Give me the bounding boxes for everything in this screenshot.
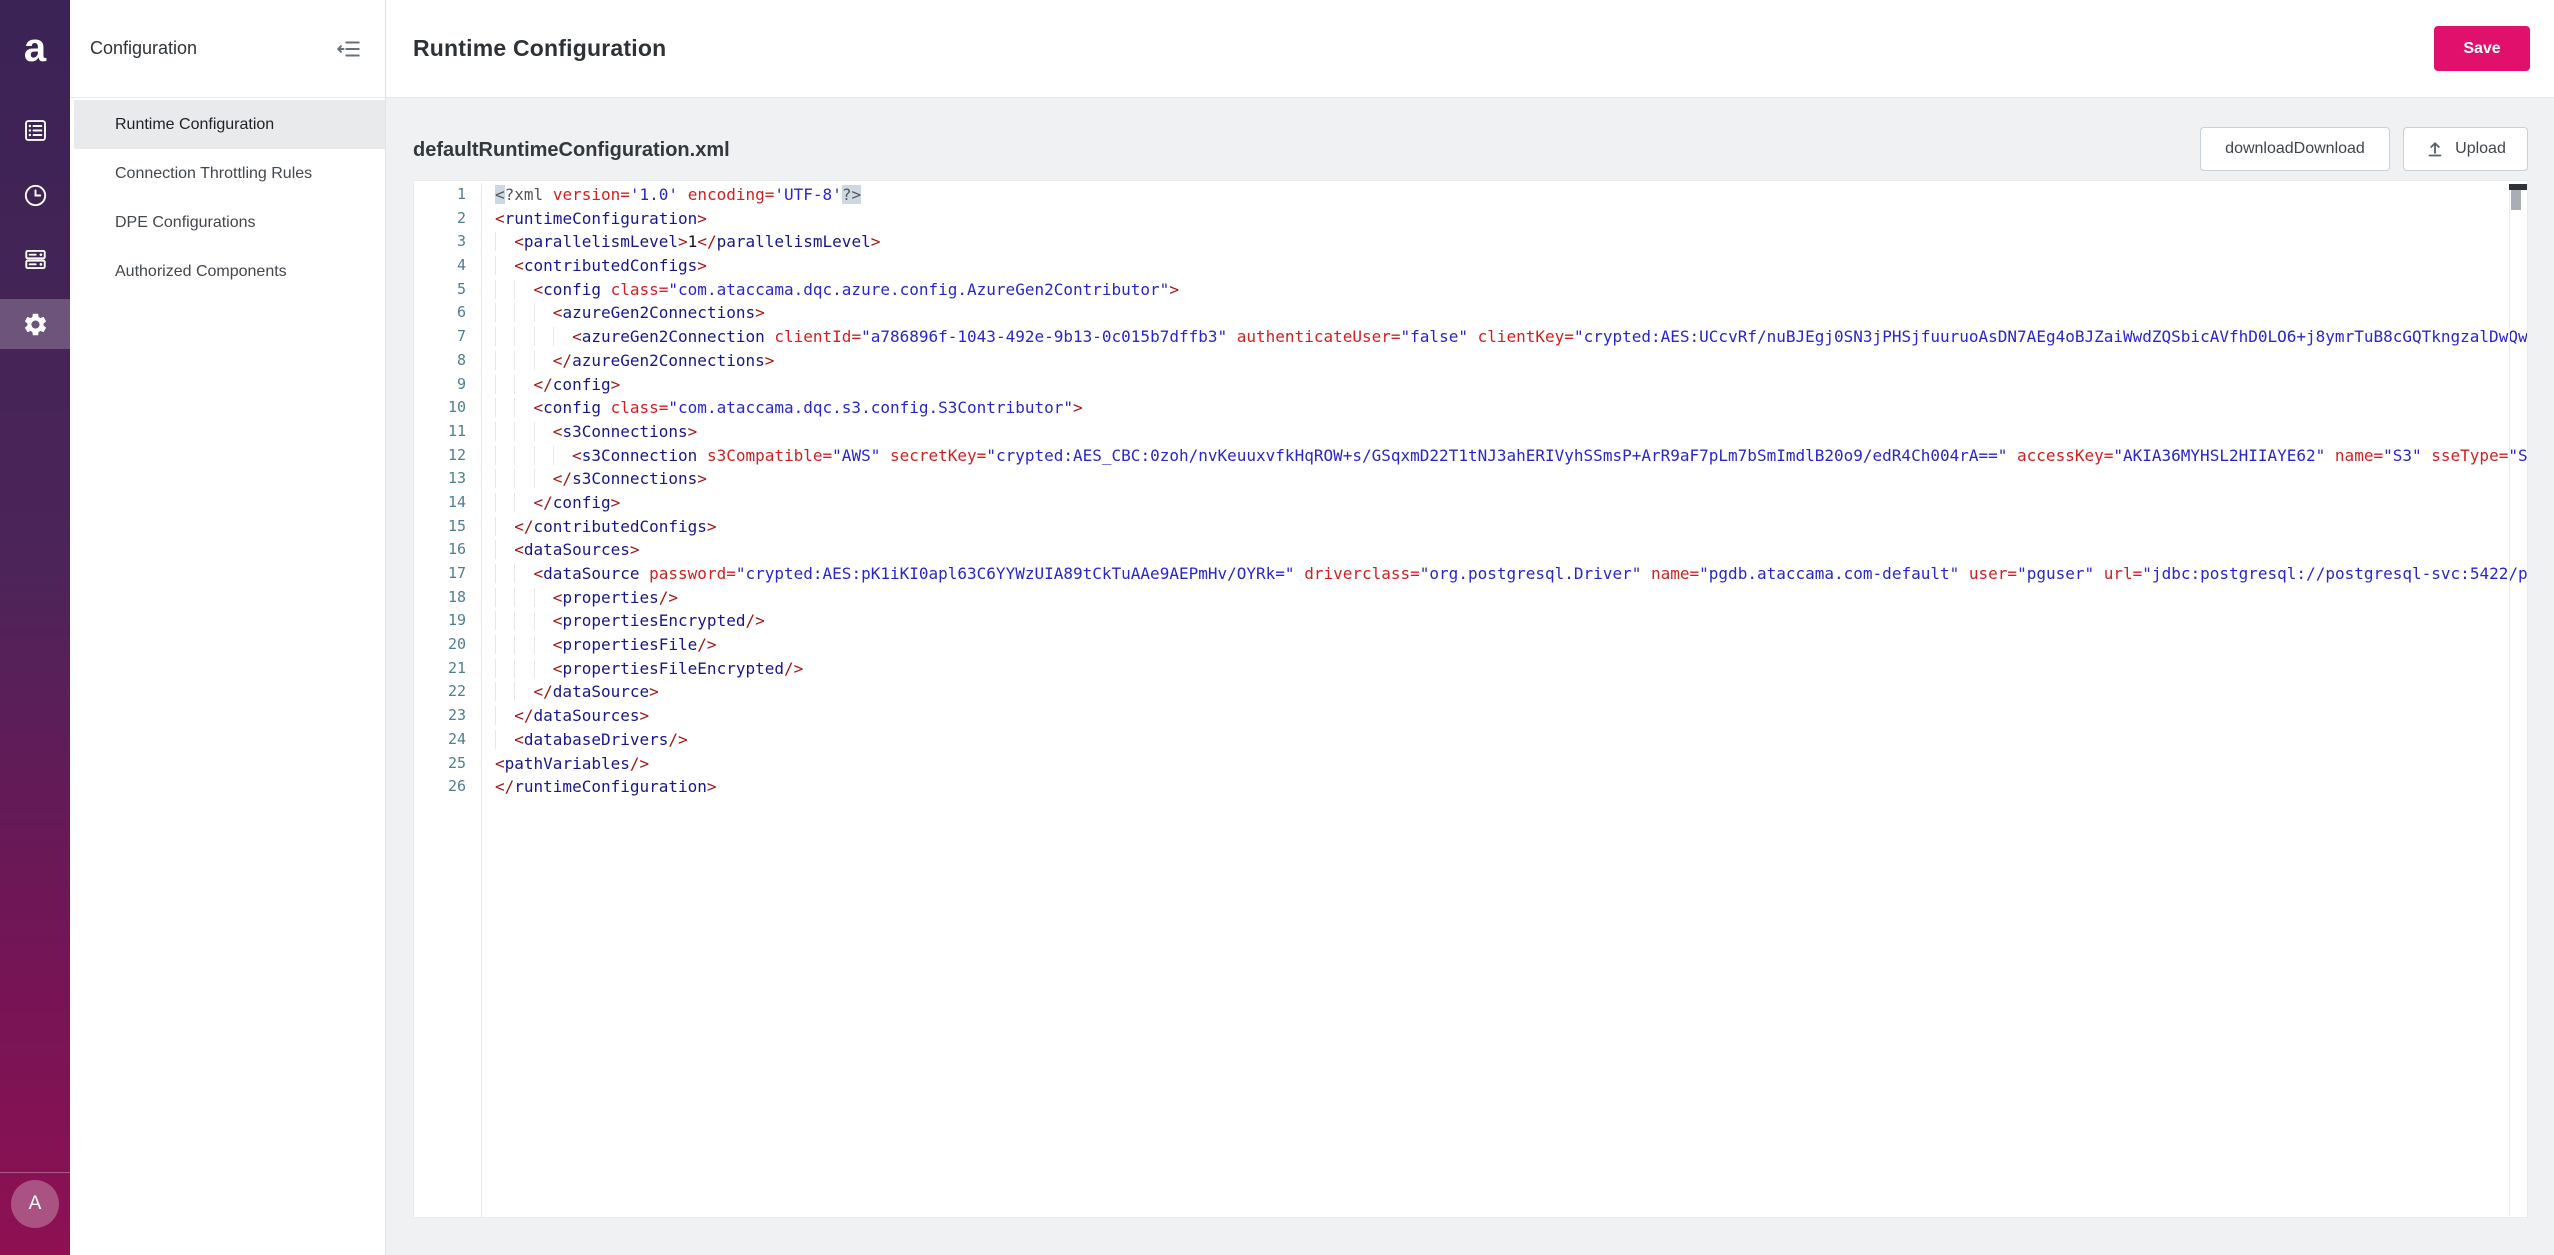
configuration-sidebar: Configuration Runtime ConfigurationConne… [70, 0, 386, 1255]
app-logo[interactable]: a [0, 22, 70, 74]
code-area[interactable]: <?xml version='1.0' encoding='UTF-8'?><r… [414, 183, 2527, 799]
code-line-16: <dataSources> [414, 538, 2527, 562]
sidebar-menu: Runtime ConfigurationConnection Throttli… [70, 98, 385, 296]
code-line-26: </runtimeConfiguration> [414, 775, 2527, 799]
code-line-9: </config> [414, 373, 2527, 397]
clock-icon [22, 182, 49, 209]
code-line-15: </contributedConfigs> [414, 515, 2527, 539]
sidebar-title: Configuration [90, 38, 197, 59]
code-line-12: <s3Connection s3Compatible="AWS" secretK… [414, 444, 2527, 468]
code-line-2: <runtimeConfiguration> [414, 207, 2527, 231]
rail-nav-configuration[interactable] [0, 299, 70, 349]
code-line-11: <s3Connections> [414, 420, 2527, 444]
sidebar-header: Configuration [70, 0, 385, 98]
server-icon [22, 246, 49, 273]
code-line-20: <propertiesFile/> [414, 633, 2527, 657]
save-button[interactable]: Save [2434, 26, 2530, 71]
code-line-1: <?xml version='1.0' encoding='UTF-8'?> [414, 183, 2527, 207]
sidebar-item-connection-throttling-rules[interactable]: Connection Throttling Rules [70, 149, 385, 198]
rail-divider [0, 1172, 70, 1173]
code-line-14: </config> [414, 491, 2527, 515]
main-header: Runtime Configuration Save [386, 0, 2554, 98]
sidebar-item-authorized-components[interactable]: Authorized Components [70, 247, 385, 296]
code-line-4: <contributedConfigs> [414, 254, 2527, 278]
code-line-8: </azureGen2Connections> [414, 349, 2527, 373]
code-line-17: <dataSource password="crypted:AES:pK1iKI… [414, 562, 2527, 586]
code-line-5: <config class="com.ataccama.dqc.azure.co… [414, 278, 2527, 302]
avatar-letter: A [29, 1193, 42, 1215]
code-line-21: <propertiesFileEncrypted/> [414, 657, 2527, 681]
sidebar-item-dpe-configurations[interactable]: DPE Configurations [70, 198, 385, 247]
editor-scrollbar-thumb[interactable] [2511, 190, 2521, 210]
sidebar-item-runtime-configuration[interactable]: Runtime Configuration [74, 100, 385, 149]
code-line-23: </dataSources> [414, 704, 2527, 728]
upload-button[interactable]: Upload [2403, 127, 2528, 171]
collapse-menu-icon [336, 36, 362, 62]
rail-nav-schedule[interactable] [0, 170, 70, 220]
collapse-sidebar-button[interactable] [335, 35, 363, 63]
code-line-10: <config class="com.ataccama.dqc.s3.confi… [414, 396, 2527, 420]
upload-icon [2425, 139, 2445, 159]
app-logo-letter: a [24, 28, 46, 68]
download-button[interactable]: downloadDownload [2200, 127, 2390, 171]
code-line-19: <propertiesEncrypted/> [414, 609, 2527, 633]
code-line-22: </dataSource> [414, 680, 2527, 704]
xml-code-editor[interactable]: 1234567891011121314151617181920212223242… [413, 180, 2528, 1218]
user-avatar[interactable]: A [11, 1180, 59, 1228]
code-line-18: <properties/> [414, 586, 2527, 610]
code-line-3: <parallelismLevel>1</parallelismLevel> [414, 230, 2527, 254]
list-icon [22, 117, 49, 144]
gear-icon [22, 311, 49, 338]
code-line-7: <azureGen2Connection clientId="a786896f-… [414, 325, 2527, 349]
page-title: Runtime Configuration [413, 0, 666, 97]
code-line-24: <databaseDrivers/> [414, 728, 2527, 752]
rail-nav-servers[interactable] [0, 234, 70, 284]
code-line-6: <azureGen2Connections> [414, 301, 2527, 325]
editor-scrollbar-track [2509, 184, 2510, 1216]
code-line-25: <pathVariables/> [414, 752, 2527, 776]
file-name: defaultRuntimeConfiguration.xml [413, 128, 730, 172]
rail-nav-list[interactable] [0, 105, 70, 155]
code-line-13: </s3Connections> [414, 467, 2527, 491]
upload-button-label: Upload [2455, 140, 2506, 158]
app-rail: a [0, 0, 70, 1255]
